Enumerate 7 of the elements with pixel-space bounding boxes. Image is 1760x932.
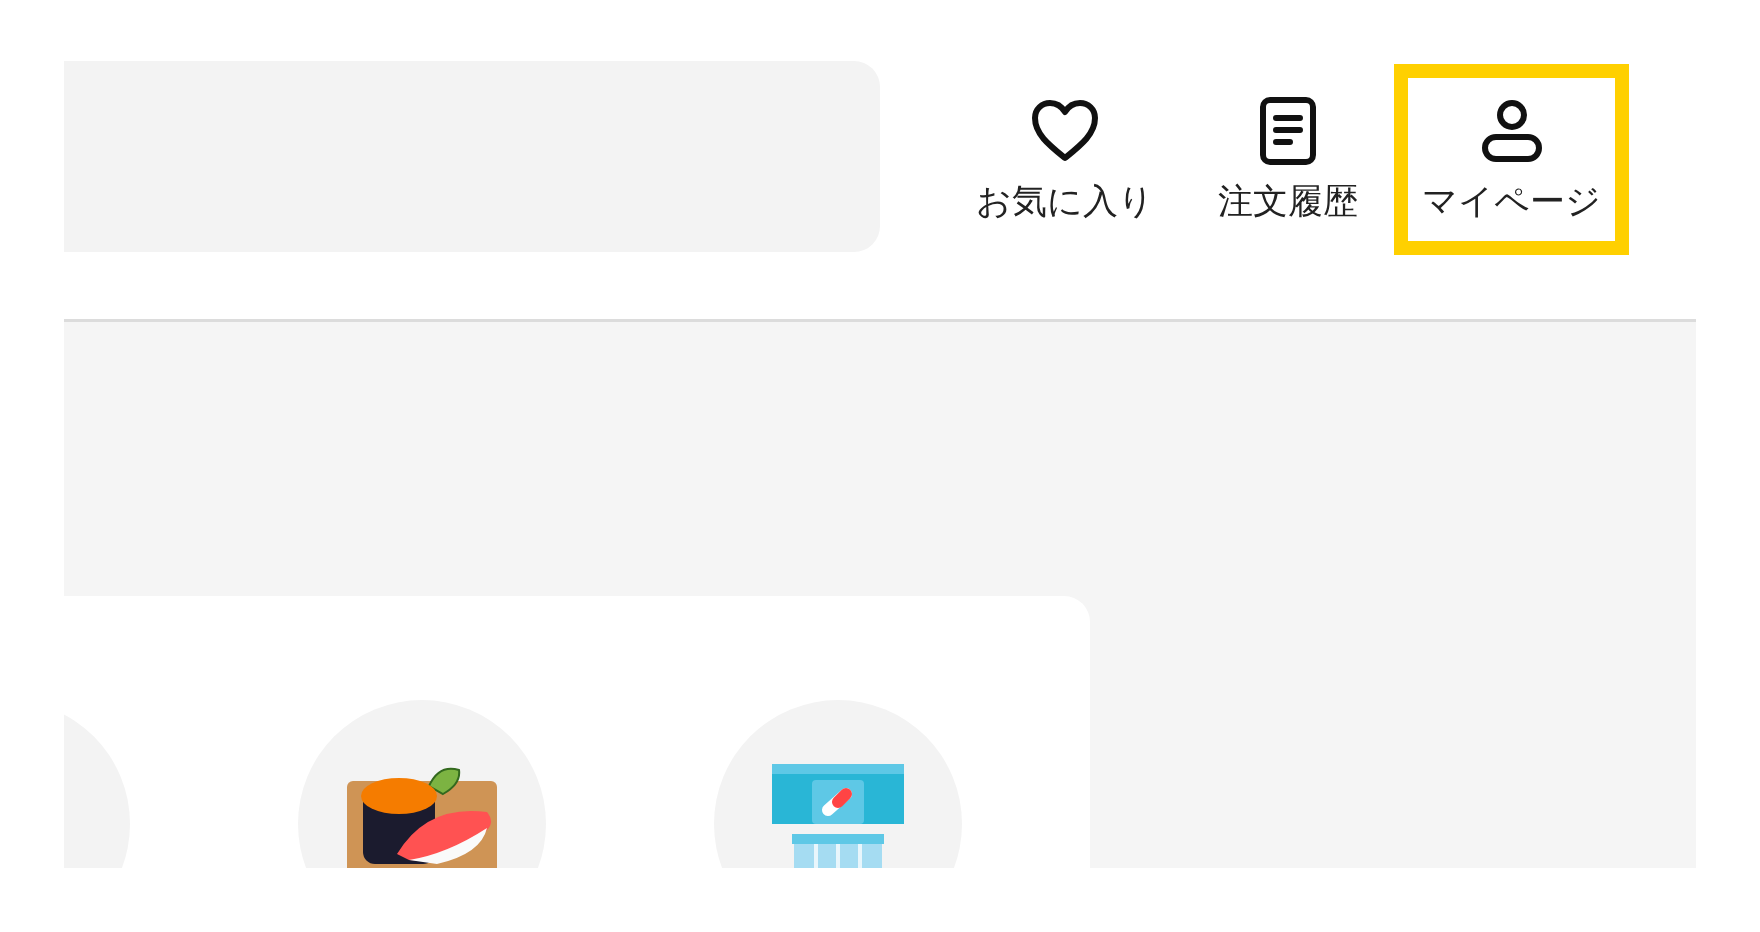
- nav-link[interactable]: マイページ: [1394, 64, 1629, 255]
- heart-icon: [1029, 98, 1101, 164]
- pharmacy-building-icon: [772, 764, 904, 868]
- document-icon: [1259, 96, 1317, 166]
- person-icon: [1480, 99, 1543, 163]
- nav-link[interactable]: 注文履歴: [1190, 64, 1386, 255]
- nav-link[interactable]: お気に入り: [948, 64, 1182, 255]
